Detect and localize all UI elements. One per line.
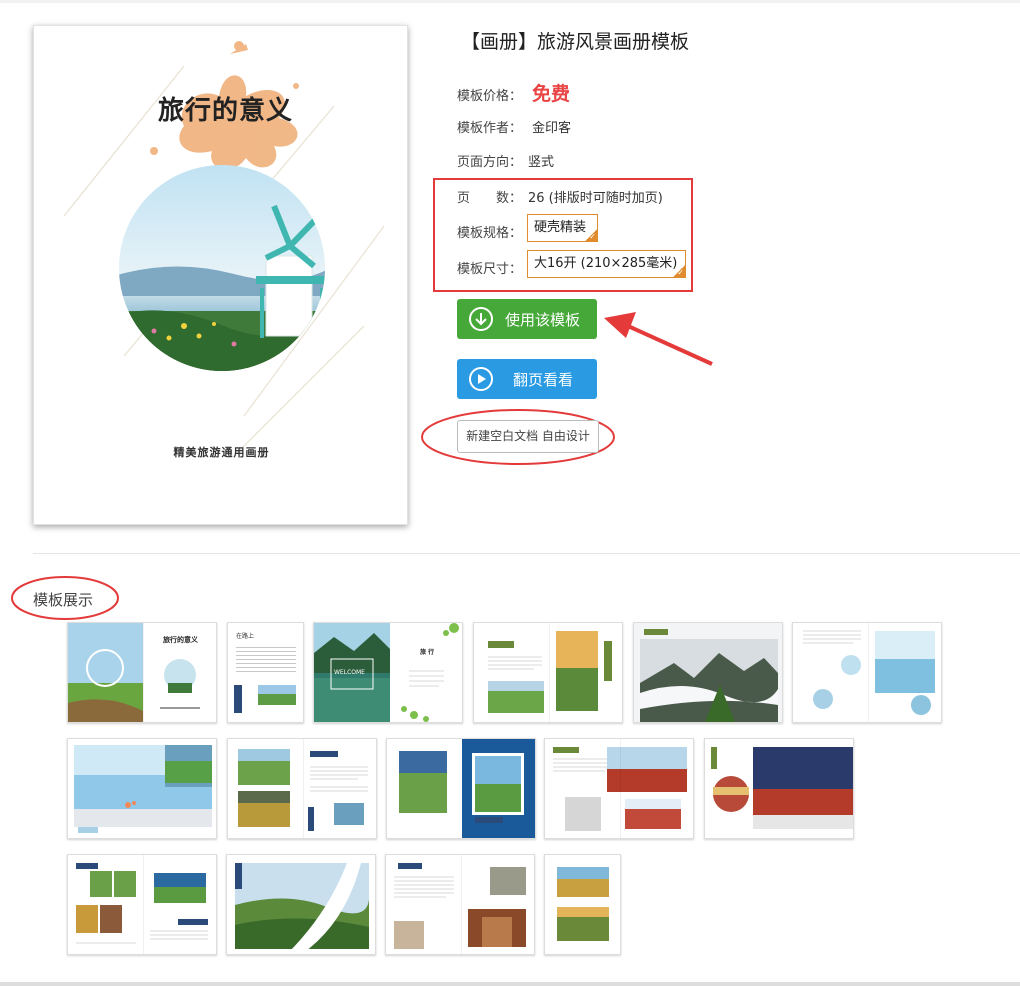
gallery-thumb-6[interactable] [792, 622, 942, 723]
section-divider [33, 553, 1020, 554]
orientation-value: 竖式 [528, 155, 555, 170]
author-label: 模板作者： [457, 121, 523, 136]
flip-preview-button[interactable]: 翻页看看 [457, 359, 597, 399]
page-fold [549, 623, 550, 722]
page-fold [303, 739, 304, 838]
thumb-image [634, 623, 782, 722]
gallery-thumb-8[interactable] [227, 738, 377, 839]
thumb-3-title: 旅 行 [420, 649, 435, 656]
author-value: 金印客 [532, 121, 572, 136]
top-divider [0, 0, 1020, 3]
gallery-thumb-4[interactable] [473, 622, 623, 723]
use-template-button[interactable]: 使用该模板 [457, 299, 597, 339]
cover-subtitle: 精美旅游通用画册 [173, 446, 270, 459]
page-fold [868, 623, 869, 722]
gallery-thumb-7[interactable] [67, 738, 217, 839]
price-label: 模板价格： [457, 89, 523, 104]
gallery-thumb-5[interactable] [633, 622, 783, 723]
use-template-label: 使用该模板 [505, 311, 581, 329]
pages-label: 页 数： [457, 191, 523, 206]
download-circle-icon [469, 307, 493, 331]
checkmark-icon: ✓ [677, 268, 684, 277]
template-cover-preview[interactable]: 旅行的意义 精美旅游通用画册 [33, 25, 408, 525]
gallery-thumb-14[interactable] [385, 854, 535, 955]
thumb-image [234, 685, 296, 713]
gallery-section-title: 模板展示 [33, 591, 94, 609]
spec-option-label: 硬壳精装 [534, 220, 587, 235]
orientation-label: 页面方向： [457, 155, 523, 170]
gallery-thumb-10[interactable] [544, 738, 694, 839]
gallery-thumb-1[interactable]: 旅行的意义 [67, 622, 217, 723]
gallery-thumb-9[interactable] [386, 738, 536, 839]
flip-preview-label: 翻页看看 [513, 371, 574, 389]
cover-title: 旅行的意义 [158, 96, 294, 126]
thumb-image [399, 739, 535, 838]
size-option-selected[interactable]: 大16开 (210×285毫米) ✓ [527, 250, 686, 278]
size-option-label: 大16开 (210×285毫米) [534, 256, 678, 271]
new-blank-document-button[interactable]: 新建空白文档 自由设计 [457, 420, 599, 453]
annotation-arrow [604, 312, 713, 366]
play-circle-icon [469, 367, 493, 391]
gallery-thumb-15[interactable] [544, 854, 621, 955]
thumb-image [557, 867, 609, 941]
gallery-thumb-11[interactable] [704, 738, 854, 839]
template-title: 【画册】旅游风景画册模板 [461, 31, 690, 53]
page-fold [620, 739, 621, 838]
price-value: 免费 [532, 83, 571, 105]
page-fold [143, 623, 144, 722]
gallery-thumb-2[interactable]: 在路上 [227, 622, 304, 723]
gallery-thumb-12[interactable] [67, 854, 217, 955]
thumb-1-title: 旅行的意义 [163, 635, 198, 644]
size-label: 模板尺寸： [457, 262, 523, 277]
thumb-image [711, 747, 853, 829]
bottom-divider [0, 982, 1020, 986]
spec-option-selected[interactable]: 硬壳精装 ✓ [527, 214, 598, 242]
page-fold [143, 855, 144, 954]
page-fold [461, 855, 462, 954]
checkmark-icon: ✓ [589, 232, 596, 241]
thumb-3-welcome: WELCOME [334, 669, 365, 676]
pages-value: 26 (排版时可随时加页) [528, 191, 663, 206]
thumb-image [74, 745, 212, 833]
gallery-thumb-3[interactable]: WELCOME 旅 行 [313, 622, 463, 723]
spec-label: 模板规格： [457, 226, 523, 241]
thumb-image [227, 855, 375, 954]
gallery-thumb-13[interactable] [226, 854, 376, 955]
